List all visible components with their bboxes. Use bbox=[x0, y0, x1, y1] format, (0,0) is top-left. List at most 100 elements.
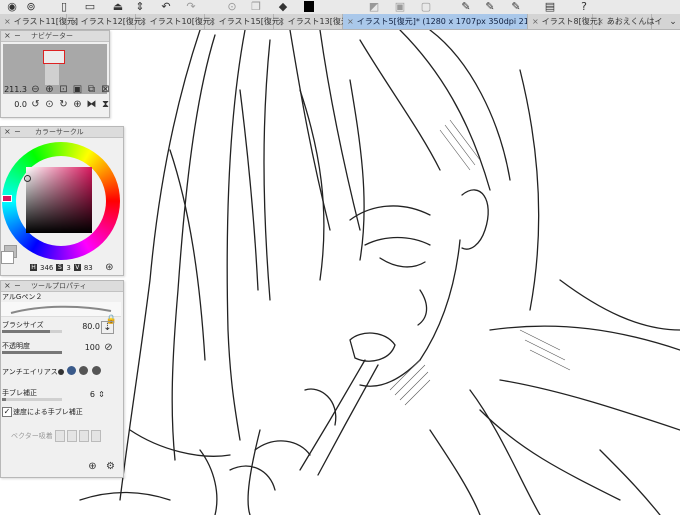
lasso-icon[interactable]: ⊙ bbox=[226, 0, 238, 13]
antialias-medium-option[interactable] bbox=[79, 366, 89, 375]
zoom-out-icon[interactable]: ⊖ bbox=[30, 84, 41, 95]
close-icon[interactable]: × bbox=[278, 17, 285, 26]
frame-icon[interactable]: ▢ bbox=[420, 0, 432, 13]
swirl-icon[interactable]: ⊚ bbox=[24, 0, 38, 13]
fit-window-icon[interactable]: ⧉ bbox=[86, 84, 97, 95]
flip-vertical-icon[interactable]: ⧗ bbox=[100, 99, 111, 110]
pen-icon[interactable]: ✎ bbox=[484, 0, 496, 13]
antialias-none-option[interactable] bbox=[58, 369, 64, 375]
stepper-icon[interactable]: ⇕ bbox=[96, 389, 107, 400]
file-icon[interactable]: ▯ bbox=[58, 0, 70, 13]
tab-document[interactable]: × イラスト10[復元] bbox=[136, 14, 214, 29]
tab-document[interactable]: × イラスト8[復元] bbox=[528, 14, 601, 29]
close-icon[interactable]: × bbox=[597, 17, 604, 26]
download-icon[interactable]: ⊕ bbox=[87, 461, 98, 472]
help-icon[interactable]: ? bbox=[578, 0, 590, 13]
tab-document[interactable]: × あおえくんはイ bbox=[593, 14, 662, 29]
tab-document[interactable]: × イラスト12[復元] bbox=[67, 14, 145, 29]
hue-marker[interactable] bbox=[2, 195, 12, 202]
eye-icon[interactable]: ◉ bbox=[6, 0, 18, 13]
brightness-value: 83 bbox=[83, 263, 93, 272]
tab-label: イラスト5[復元]* (1280 x 1707px 350dpi 211.3%) bbox=[356, 17, 527, 26]
tab-document[interactable]: × イラスト15[復元] bbox=[205, 14, 283, 29]
color-swatch-icon[interactable] bbox=[303, 0, 315, 13]
layer-icon[interactable]: ▣ bbox=[394, 0, 406, 13]
close-icon[interactable]: × bbox=[532, 17, 539, 26]
brush-size-value[interactable]: 80.0 bbox=[82, 322, 100, 331]
vector-snap-option[interactable] bbox=[66, 430, 77, 442]
brush-size-slider[interactable] bbox=[2, 330, 62, 333]
zoom-in-icon[interactable]: ⊕ bbox=[44, 84, 55, 95]
tab-document[interactable]: × イラスト13[復元] bbox=[274, 14, 352, 29]
antialias-weak-option[interactable] bbox=[67, 366, 77, 375]
fit-screen-icon[interactable]: ⊠ bbox=[100, 84, 111, 95]
close-icon[interactable]: × bbox=[4, 17, 11, 26]
close-icon[interactable]: × bbox=[71, 17, 78, 26]
brush-name: アルGペン２ bbox=[2, 293, 43, 301]
stabilization-value[interactable]: 6 bbox=[90, 390, 95, 399]
color-mode-toggle-icon[interactable]: ⊛ bbox=[104, 262, 115, 273]
view-rectangle[interactable] bbox=[43, 50, 65, 64]
chevron-updown-icon[interactable]: ⇕ bbox=[135, 0, 145, 13]
stabilization-slider[interactable] bbox=[2, 398, 62, 401]
speed-stabilization-row: ✓ 速度による手ブレ補正 bbox=[1, 405, 121, 417]
size-dynamics-icon[interactable]: ⇣ bbox=[101, 321, 114, 334]
pen-icon[interactable]: ✎ bbox=[510, 0, 522, 13]
opacity-row: 不透明度 100 ⊘ bbox=[1, 340, 121, 356]
vector-snap-option[interactable] bbox=[54, 430, 65, 442]
zoom-fit-icon[interactable]: ⊡ bbox=[58, 84, 69, 95]
close-icon[interactable]: × bbox=[4, 127, 11, 137]
undo-icon[interactable]: ↶ bbox=[160, 0, 172, 13]
rotate-right-icon[interactable]: ↻ bbox=[58, 99, 69, 110]
close-icon[interactable]: × bbox=[209, 17, 216, 26]
brush-stroke-preview bbox=[1, 302, 121, 317]
fill-icon[interactable]: ◆ bbox=[277, 0, 289, 13]
vector-snap-option[interactable] bbox=[78, 430, 89, 442]
copy-icon[interactable]: ❐ bbox=[250, 0, 262, 13]
reset-view-icon[interactable]: ⊕ bbox=[72, 99, 83, 110]
reset-rotation-icon[interactable]: ⊙ bbox=[44, 99, 55, 110]
value-chip: V bbox=[73, 264, 81, 271]
antialias-strong-option[interactable] bbox=[91, 366, 101, 375]
tab-document[interactable]: × イラスト11[復元] bbox=[0, 14, 78, 29]
vector-snap-option[interactable] bbox=[90, 430, 101, 442]
sv-cursor[interactable] bbox=[24, 175, 31, 182]
close-icon[interactable]: × bbox=[4, 281, 11, 291]
stabilization-row: 手ブレ補正 6 ⇕ bbox=[1, 387, 121, 403]
antialias-options bbox=[57, 366, 101, 377]
panel-header: × − ツールプロパティ bbox=[1, 281, 123, 292]
speed-stabilization-checkbox[interactable]: ✓ bbox=[2, 407, 12, 417]
close-icon[interactable]: × bbox=[4, 31, 11, 41]
close-icon[interactable]: × bbox=[140, 17, 147, 26]
flip-horizontal-icon[interactable]: ⧓ bbox=[86, 99, 97, 110]
main-color-swatch[interactable] bbox=[304, 1, 314, 12]
pen-icon[interactable]: ✎ bbox=[460, 0, 472, 13]
brush-size-label: ブラシサイズ bbox=[2, 321, 44, 329]
minimize-icon[interactable]: − bbox=[14, 281, 21, 291]
minimize-icon[interactable]: − bbox=[14, 127, 21, 137]
print-icon[interactable]: ▭ bbox=[84, 0, 96, 13]
rotate-left-icon[interactable]: ↺ bbox=[30, 99, 41, 110]
opacity-slider[interactable] bbox=[2, 351, 62, 354]
saturation-chip: S bbox=[56, 264, 64, 271]
actual-size-icon[interactable]: ▣ bbox=[72, 84, 83, 95]
hsv-mode-chip[interactable]: H bbox=[30, 264, 37, 271]
settings-icon[interactable]: ⚙ bbox=[105, 461, 116, 472]
zoom-row: 211.3 ⊖ ⊕ ⊡ ▣ ⧉ ⊠ bbox=[3, 83, 111, 96]
opacity-dynamics-icon[interactable]: ⊘ bbox=[103, 342, 114, 353]
tab-list-chevron-icon[interactable]: ⌄ bbox=[666, 14, 680, 29]
redo-icon[interactable]: ↷ bbox=[185, 0, 197, 13]
saturation-value-square[interactable] bbox=[24, 167, 92, 233]
panel-title: ツールプロパティ bbox=[31, 282, 87, 290]
close-icon[interactable]: × bbox=[347, 17, 354, 26]
navigator-panel: × − ナビゲーター 211.3 ⊖ ⊕ ⊡ ▣ ⧉ ⊠ 0.0 ↺ ⊙ ↻ ⊕… bbox=[0, 30, 110, 118]
minimize-icon[interactable]: − bbox=[14, 31, 21, 41]
layers-icon[interactable]: ▤ bbox=[544, 0, 556, 13]
vector-snap-label: ベクター吸着 bbox=[11, 432, 53, 440]
blend-icon[interactable]: ◩ bbox=[368, 0, 380, 13]
tab-label: あおえくんはイ bbox=[606, 17, 663, 26]
opacity-value[interactable]: 100 bbox=[85, 343, 100, 352]
tab-document-active[interactable]: ×イラスト5[復元]* (1280 x 1707px 350dpi 211.3%… bbox=[343, 14, 528, 29]
panel-header: × − カラーサークル bbox=[1, 127, 123, 138]
upload-icon[interactable]: ⏏ bbox=[112, 0, 124, 13]
